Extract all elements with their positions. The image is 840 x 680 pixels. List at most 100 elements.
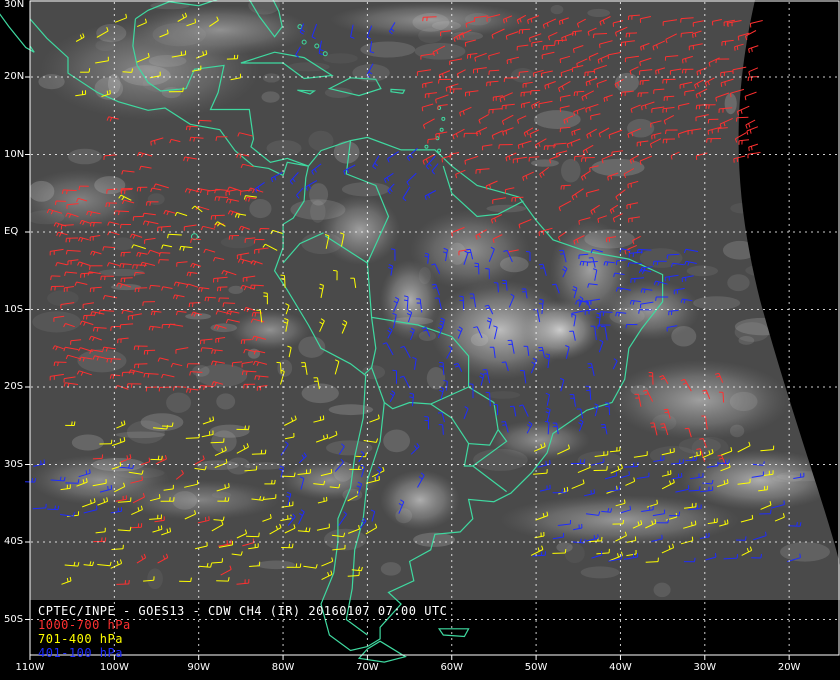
cloud-fleck [192, 365, 210, 377]
cloud-fleck [111, 237, 134, 251]
lon-label: 80W [271, 662, 295, 673]
cloud-12 [230, 310, 310, 350]
cloud-fleck [360, 41, 416, 58]
cloud-fleck [211, 491, 232, 499]
legend-high-level: 401-100 hPa [38, 646, 123, 660]
lon-label: 50W [524, 662, 548, 673]
cloud-fleck [615, 72, 639, 93]
lat-label: 10S [4, 303, 24, 315]
cloud-fleck [486, 204, 527, 213]
cloud-fleck [693, 296, 741, 310]
cloud-fleck [729, 424, 745, 438]
cloud-fleck [470, 333, 489, 347]
map-canvas [0, 0, 840, 663]
cloud-5 [380, 470, 460, 530]
lon-label: 110W [15, 662, 45, 673]
cloud-3 [610, 360, 790, 440]
cloud-fleck [745, 263, 796, 278]
lat-label: 40S [4, 536, 24, 547]
cloud-fleck [500, 256, 529, 273]
cloud-fleck [587, 8, 611, 18]
cloud-fleck [209, 424, 250, 438]
lon-label: 70W [356, 662, 379, 673]
cloud-fleck [776, 471, 830, 482]
cloud-fleck [30, 180, 55, 202]
cloud-fleck [591, 158, 645, 177]
low-level-atlantic-barb [748, 45, 759, 53]
cloud-fleck [653, 582, 671, 598]
cloud-fleck [649, 446, 697, 465]
lon-label: 30W [693, 662, 717, 673]
cloud-fleck [511, 68, 535, 83]
low-level-atlantic-barb [746, 126, 759, 135]
cloud-fleck [780, 542, 830, 562]
cloud-fleck [450, 31, 484, 41]
lat-label: EQ [4, 226, 19, 237]
cloud-fleck [561, 158, 581, 183]
cloud-fleck [148, 54, 187, 67]
cloud-fleck [95, 39, 116, 52]
low-level-atlantic-barb [748, 143, 759, 152]
cloud-fleck [757, 96, 778, 112]
lon-label: 40W [609, 662, 632, 673]
cloud-fleck [266, 140, 302, 157]
cloud-fleck [771, 53, 799, 62]
cloud-fleck [196, 460, 239, 471]
cloud-fleck [262, 73, 281, 83]
cloud-fleck [564, 543, 585, 564]
cloud-fleck [383, 429, 411, 453]
cloud-fleck [801, 367, 825, 378]
lon-label: 90W [187, 662, 210, 673]
cloud-fleck [341, 182, 390, 197]
cloud-fleck [277, 359, 293, 377]
cloud-fleck [150, 1, 190, 10]
cloud-fleck [730, 203, 754, 214]
cloud-fleck [301, 383, 339, 404]
cloud-fleck [185, 313, 212, 320]
cloud-fleck [147, 568, 163, 590]
cloud-fleck [822, 8, 836, 19]
low-level-atlantic-barb [738, 139, 750, 145]
lat-label: 10N [4, 148, 25, 160]
cloud-fleck [126, 420, 165, 444]
cloud-fleck [671, 325, 697, 347]
low-level-atlantic-barb [749, 20, 763, 28]
cloud-fleck [166, 392, 192, 413]
cloud-fleck [805, 0, 822, 17]
cloud-fleck [395, 508, 413, 524]
cloud-fleck [216, 393, 236, 410]
cloud-fleck [256, 560, 296, 570]
cloud-fleck [298, 336, 326, 358]
cloud-fleck [426, 367, 446, 390]
cloud-fleck [228, 285, 244, 295]
cloud-fleck [627, 118, 655, 138]
legend-low-level: 1000-700 hPa [38, 618, 131, 632]
cloud-fleck [32, 311, 81, 333]
cloud-fleck [322, 53, 358, 64]
cloud-fleck [111, 283, 142, 291]
lat-label: 30S [4, 458, 24, 470]
cloud-fleck [727, 274, 750, 292]
cloud-fleck [326, 440, 373, 456]
cloud-fleck [448, 242, 466, 265]
cloud-fleck [531, 159, 559, 167]
cloud-fleck [797, 265, 840, 283]
cloud-fleck [172, 491, 198, 510]
cloud-fleck [722, 240, 757, 260]
cloud-fleck [380, 562, 402, 576]
cloud-fleck [67, 148, 102, 165]
cloud-fleck [38, 74, 65, 90]
cloud-fleck [778, 189, 811, 205]
cloud-fleck [639, 248, 683, 268]
cloud-fleck [71, 434, 104, 451]
lat-label: 50S [4, 613, 24, 625]
cloud-fleck [764, 175, 816, 194]
cloud-fleck [261, 91, 280, 103]
cloud-fleck [418, 266, 431, 285]
cloud-fleck [686, 265, 719, 277]
cloud-fleck [729, 391, 758, 412]
satellite-wind-map: 30N 20N 10N EQ 10S 20S 30S 40S 50S 110W 100W 90W 80… [0, 0, 840, 680]
lat-label: 20N [4, 71, 25, 82]
cloud-fleck [77, 349, 127, 373]
cloud-fleck [96, 23, 127, 43]
